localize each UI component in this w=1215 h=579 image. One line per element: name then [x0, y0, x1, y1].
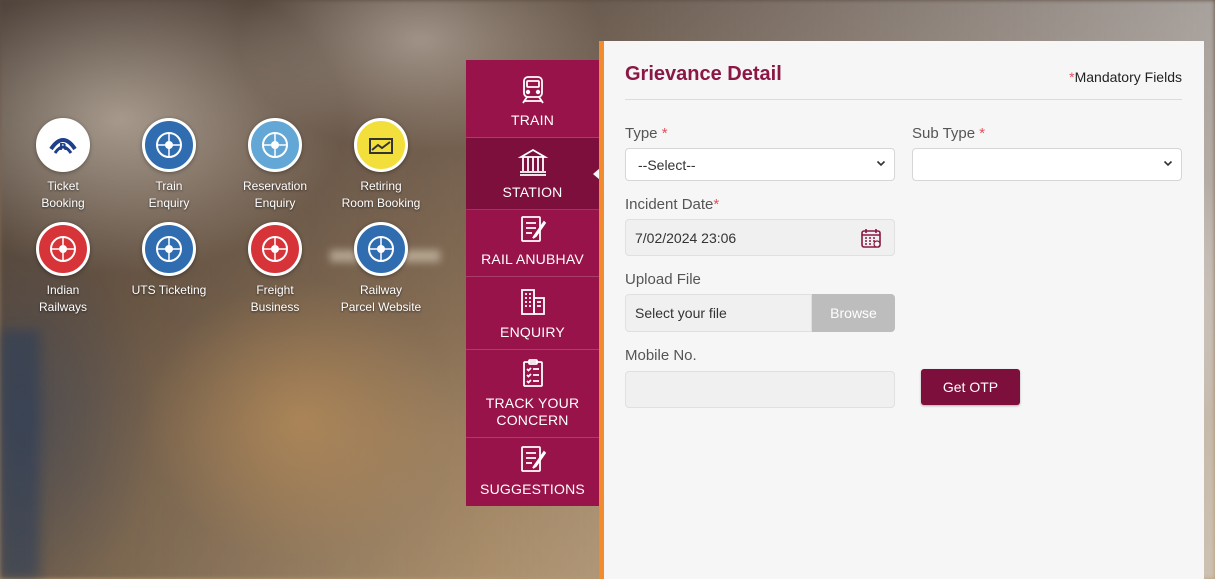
- incident-date-label-text: Incident Date: [625, 196, 714, 213]
- background-pillar: [0, 330, 40, 579]
- buildings-icon: [520, 289, 545, 315]
- quick-link-label: Indian: [46, 283, 80, 297]
- upload-label: Upload File: [625, 271, 701, 288]
- title-divider: [625, 99, 1182, 100]
- category-label: TRAIN: [511, 112, 554, 128]
- type-select[interactable]: --Select--: [625, 148, 895, 181]
- browse-button[interactable]: Browse: [812, 294, 895, 332]
- required-star: *: [661, 125, 668, 142]
- indian-railways-red-emblem-icon: [36, 222, 90, 276]
- required-star: *: [713, 196, 720, 213]
- category-label: ENQUIRY: [500, 324, 565, 340]
- quick-link-reservation-enquiry[interactable]: Reservation Enquiry: [222, 118, 328, 212]
- category-track-your-concern[interactable]: TRACK YOUR CONCERN: [466, 350, 599, 438]
- irctc-logo-icon: R: [36, 118, 90, 172]
- incident-date-input[interactable]: 7/02/2024 23:06: [625, 219, 895, 256]
- type-label-text: Type: [625, 125, 658, 142]
- indian-railways-blue-emblem-icon: [354, 222, 408, 276]
- category-label: STATION: [502, 184, 563, 200]
- quick-links-grid: R Ticket Booking Train Enquiry Reservation…: [10, 118, 434, 316]
- quick-link-label: Ticket: [47, 179, 79, 193]
- page-title: Grievance Detail: [625, 63, 782, 85]
- category-menu: TRAIN STATION RAIL ANUBHAV ENQUIRY TRACK…: [466, 60, 600, 506]
- quick-link-train-enquiry[interactable]: Train Enquiry: [116, 118, 222, 212]
- quick-link-ticket-booking[interactable]: R Ticket Booking: [10, 118, 116, 212]
- quick-link-indian-railways[interactable]: Indian Railways: [10, 222, 116, 316]
- type-label: Type *: [625, 125, 668, 142]
- quick-link-label: Freight: [256, 283, 294, 297]
- type-select-value: --Select--: [638, 156, 696, 173]
- mandatory-text: Mandatory Fields: [1074, 69, 1182, 85]
- quick-link-label: Train: [155, 179, 183, 193]
- upload-placeholder: Select your file: [635, 305, 727, 321]
- quick-link-retiring-room[interactable]: Retiring Room Booking: [328, 118, 434, 212]
- checklist-icon: [522, 359, 543, 387]
- required-star: *: [979, 125, 986, 142]
- quick-link-label: Retiring: [360, 179, 402, 193]
- station-building-icon: [517, 148, 548, 176]
- incident-date-label: Incident Date*: [625, 196, 719, 213]
- quick-link-label: Room Booking: [341, 196, 421, 210]
- category-enquiry[interactable]: ENQUIRY: [466, 277, 599, 350]
- quick-link-freight-business[interactable]: Freight Business: [222, 222, 328, 316]
- category-train[interactable]: TRAIN: [466, 60, 599, 138]
- quick-link-label: Enquiry: [254, 196, 296, 210]
- category-rail-anubhav[interactable]: RAIL ANUBHAV: [466, 210, 599, 277]
- mobile-label: Mobile No.: [625, 347, 697, 364]
- get-otp-button[interactable]: Get OTP: [921, 369, 1020, 405]
- quick-link-label: UTS Ticketing: [131, 283, 207, 297]
- quick-link-label: Railway: [359, 283, 402, 297]
- category-suggestions[interactable]: SUGGESTIONS: [466, 438, 599, 506]
- indian-railways-red-emblem-icon: [248, 222, 302, 276]
- incident-date-value: 7/02/2024 23:06: [635, 229, 737, 246]
- svg-text:R: R: [59, 142, 67, 153]
- chevron-down-icon: [1163, 160, 1173, 167]
- chevron-down-icon: [876, 160, 886, 167]
- quick-link-label: Booking: [41, 196, 85, 210]
- quick-link-label: Railways: [38, 300, 87, 314]
- subtype-label: Sub Type *: [912, 125, 985, 142]
- edit-note-icon: [520, 446, 546, 472]
- quick-link-uts-ticketing[interactable]: UTS Ticketing: [116, 222, 222, 316]
- subtype-select[interactable]: [912, 148, 1182, 181]
- quick-link-label: Business: [250, 300, 300, 314]
- indian-railways-lightblue-emblem-icon: [248, 118, 302, 172]
- bed-icon: [354, 118, 408, 172]
- category-label: SUGGESTIONS: [480, 481, 585, 497]
- upload-file-input[interactable]: Select your file: [625, 294, 812, 332]
- train-icon: [521, 76, 544, 104]
- quick-link-label: Reservation: [242, 179, 308, 193]
- quick-link-label: Enquiry: [148, 196, 190, 210]
- grievance-form-panel: Grievance Detail *Mandatory Fields Type …: [599, 41, 1204, 579]
- quick-link-label: Parcel Website: [340, 300, 422, 314]
- calendar-icon[interactable]: [860, 227, 882, 249]
- indian-railways-blue-emblem-icon: [142, 222, 196, 276]
- category-label: TRACK YOUR CONCERN: [485, 395, 580, 428]
- quick-link-railway-parcel[interactable]: Railway Parcel Website: [328, 222, 434, 316]
- edit-note-icon: [520, 216, 546, 242]
- category-station[interactable]: STATION: [466, 138, 600, 210]
- subtype-label-text: Sub Type: [912, 125, 976, 142]
- category-label: RAIL ANUBHAV: [481, 251, 584, 267]
- indian-railways-blue-emblem-icon: [142, 118, 196, 172]
- mobile-input[interactable]: [625, 371, 895, 408]
- mandatory-note: *Mandatory Fields: [1069, 69, 1182, 85]
